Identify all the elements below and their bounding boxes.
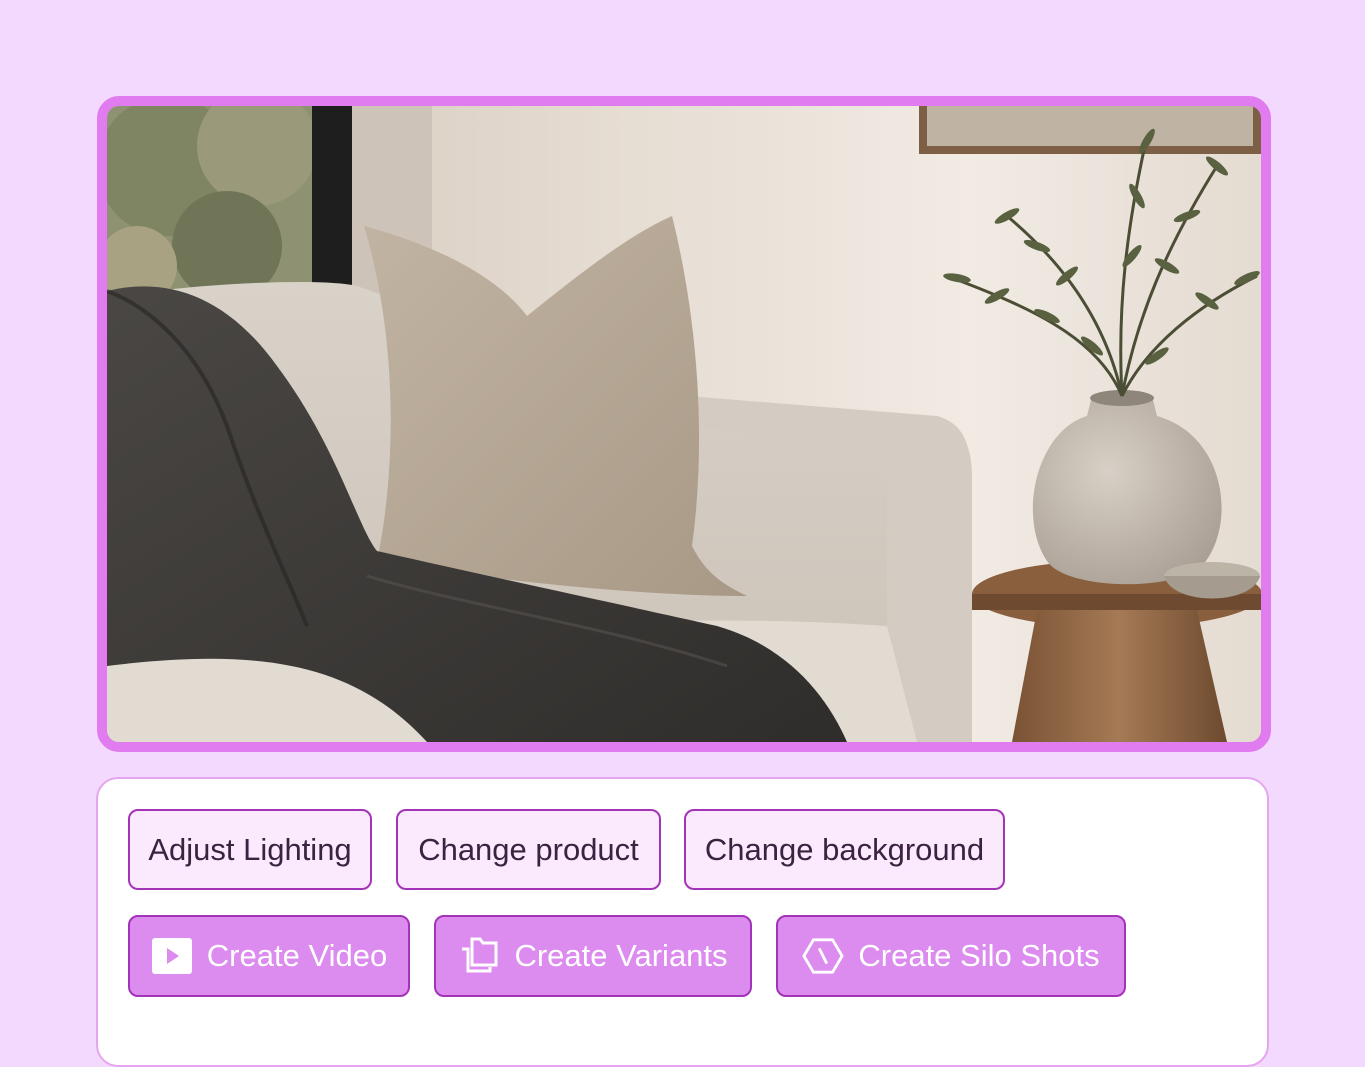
change-product-label: Change product bbox=[418, 831, 639, 867]
adjust-lighting-label: Adjust Lighting bbox=[148, 831, 352, 867]
change-background-label: Change background bbox=[704, 831, 985, 867]
create-variants-button[interactable]: Create Variants bbox=[434, 915, 752, 997]
change-background-button[interactable]: Change background bbox=[684, 809, 1005, 890]
living-room-scene-image bbox=[107, 106, 1261, 742]
create-video-label: Create Video bbox=[206, 938, 388, 973]
stacked-copies-icon bbox=[458, 935, 500, 977]
hexagon-slash-icon bbox=[802, 935, 845, 977]
product-image-frame[interactable] bbox=[97, 96, 1271, 752]
create-variants-label: Create Variants bbox=[514, 938, 728, 973]
adjust-lighting-button[interactable]: Adjust Lighting bbox=[128, 809, 372, 890]
create-video-button[interactable]: Create Video bbox=[128, 915, 410, 997]
play-icon bbox=[151, 935, 193, 977]
change-product-button[interactable]: Change product bbox=[396, 809, 661, 890]
create-silo-shots-button[interactable]: Create Silo Shots bbox=[776, 915, 1126, 997]
create-silo-shots-label: Create Silo Shots bbox=[858, 938, 1100, 973]
